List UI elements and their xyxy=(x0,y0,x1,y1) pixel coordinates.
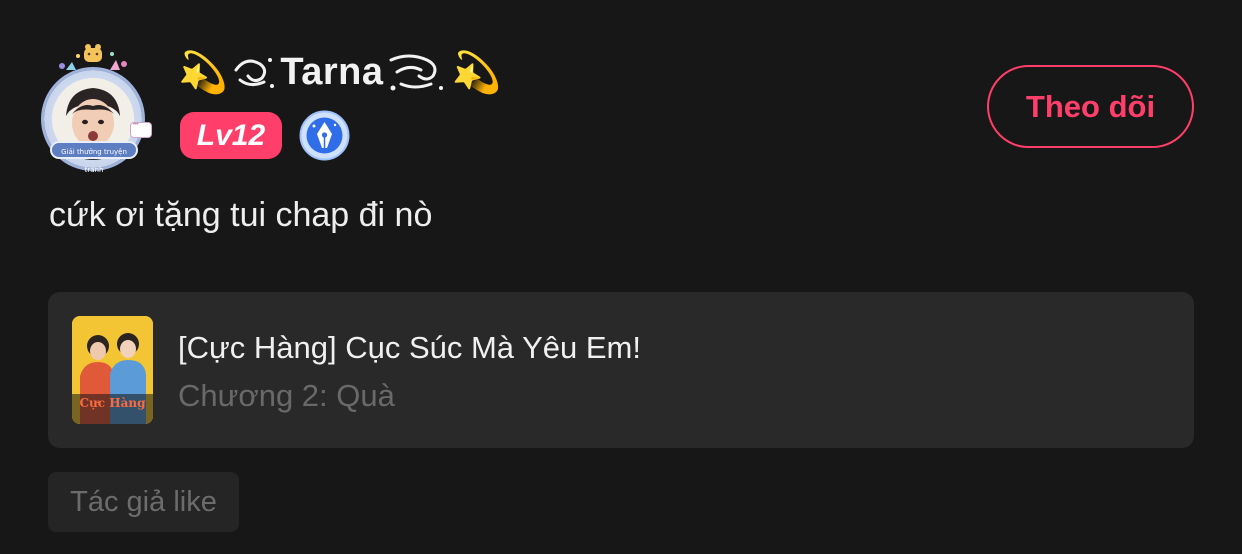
follow-button[interactable]: Theo dõi xyxy=(987,65,1194,148)
dizzy-star-icon: 💫 xyxy=(178,49,229,96)
comment-card: Giải thưởng truyện tranh 💫 Tarna 💫 Lv12 xyxy=(0,0,1242,554)
swirl-decoration-icon xyxy=(389,54,444,91)
username[interactable]: 💫 Tarna 💫 xyxy=(178,40,502,104)
avatar-frame-chat-icon xyxy=(130,122,152,138)
chapter-link-card[interactable]: Cực Hàng [Cực Hàng] Cục Súc Mà Yêu Em! C… xyxy=(48,292,1194,448)
username-text: Tarna xyxy=(280,50,384,93)
cover-title-text: Cực Hàng xyxy=(79,396,146,410)
chapter-subtitle: Chương 2: Quà xyxy=(178,378,395,413)
chapter-cover-image: Cực Hàng xyxy=(72,316,153,424)
author-liked-tag: Tác giả like xyxy=(48,472,239,532)
pen-nib-icon xyxy=(299,110,350,161)
dizzy-star-icon: 💫 xyxy=(451,49,502,96)
level-badge: Lv12 xyxy=(180,112,282,159)
avatar-frame-label: Giải thưởng truyện tranh xyxy=(50,141,138,174)
avatar-frame-crown-icon xyxy=(59,44,127,70)
chapter-title: [Cực Hàng] Cục Súc Mà Yêu Em! xyxy=(178,330,641,365)
comment-text: cứk ơi tặng tui chap đi nò xyxy=(49,196,433,234)
swirl-decoration-icon xyxy=(234,58,275,88)
avatar[interactable]: Giải thưởng truyện tranh xyxy=(34,44,152,174)
